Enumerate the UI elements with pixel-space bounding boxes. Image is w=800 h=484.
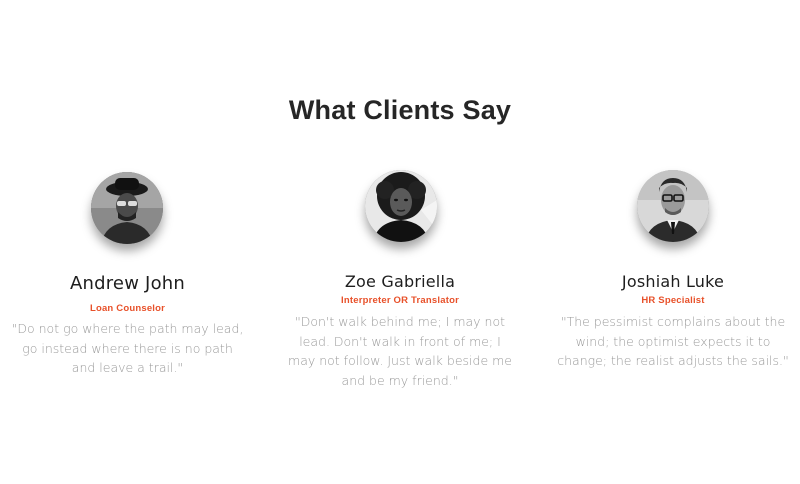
testimonial-role: HR Specialist — [641, 295, 705, 306]
testimonial-name: Zoe Gabriella — [344, 272, 456, 291]
avatar-zoe — [365, 170, 437, 242]
avatar-joshiah — [637, 170, 709, 242]
testimonial-name: Joshiah Luke — [621, 272, 725, 291]
person-with-curly-hair-icon — [365, 170, 437, 242]
testimonial-quote: "The pessimist complains about the wind;… — [557, 314, 789, 368]
section-title: What Clients Say — [288, 95, 512, 125]
person-with-hat-and-sunglasses-icon — [91, 172, 163, 244]
testimonial-quote: "Do not go where the path may lead, go i… — [11, 321, 244, 375]
testimonial-role: Interpreter OR Translator — [341, 295, 459, 306]
testimonial-quote: "Don't walk behind me; I may not lead. D… — [288, 314, 512, 388]
person-with-glasses-and-suit-icon — [637, 170, 709, 242]
testimonial-name: Andrew John — [69, 273, 185, 294]
testimonial-role: Loan Counselor — [89, 303, 166, 314]
avatar-andrew — [91, 172, 163, 244]
